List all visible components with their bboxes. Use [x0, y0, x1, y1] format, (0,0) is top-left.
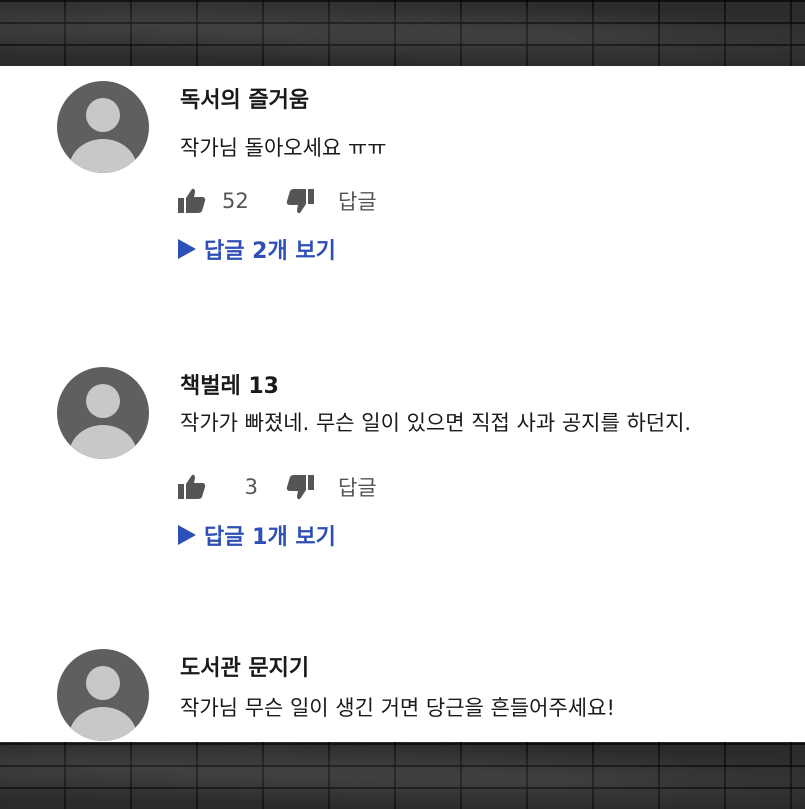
comment-author[interactable]: 도서관 문지기: [180, 650, 309, 682]
show-replies-link[interactable]: 답글 2개 보기: [178, 233, 336, 265]
brick-wall-bottom: [0, 742, 805, 809]
show-replies-label: 답글 1개 보기: [204, 525, 336, 550]
thumbs-down-icon: [286, 189, 314, 214]
comment-actions: 3 답글: [178, 471, 377, 503]
comment-text: 작가가 빠졌네. 무슨 일이 있으면 직접 사과 공지를 하던지.: [180, 411, 692, 435]
comment-text: 작가님 무슨 일이 생긴 거면 당근을 흔들어주세요!: [180, 696, 615, 720]
comment-text: 작가님 돌아오세요 ㅠㅠ: [180, 136, 387, 160]
play-triangle-icon: [178, 525, 196, 545]
show-replies-label: 답글 2개 보기: [204, 239, 336, 264]
comment-actions: 52 답글: [178, 185, 377, 217]
reply-button[interactable]: 답글: [338, 186, 377, 216]
comment-author[interactable]: 독서의 즐거움: [180, 82, 309, 114]
comment-list: 독서의 즐거움 작가님 돌아오세요 ㅠㅠ 52 답글 답글 2개 보기 책벌레 …: [0, 66, 805, 742]
user-avatar-icon: [57, 649, 149, 741]
brick-wall-top: [0, 0, 805, 66]
like-count: 3: [244, 475, 258, 499]
like-button[interactable]: [178, 188, 206, 214]
user-avatar-icon: [57, 367, 149, 459]
play-triangle-icon: [178, 239, 196, 259]
like-button[interactable]: [178, 474, 206, 500]
dislike-button[interactable]: [286, 188, 314, 214]
thumbs-down-icon: [286, 475, 314, 500]
user-avatar-icon: [57, 81, 149, 173]
show-replies-link[interactable]: 답글 1개 보기: [178, 519, 336, 551]
comment-author[interactable]: 책벌레 13: [180, 368, 279, 400]
reply-button[interactable]: 답글: [338, 472, 377, 502]
thumbs-up-icon: [178, 188, 206, 213]
dislike-button[interactable]: [286, 474, 314, 500]
thumbs-up-icon: [178, 474, 206, 499]
like-count: 52: [222, 189, 249, 213]
